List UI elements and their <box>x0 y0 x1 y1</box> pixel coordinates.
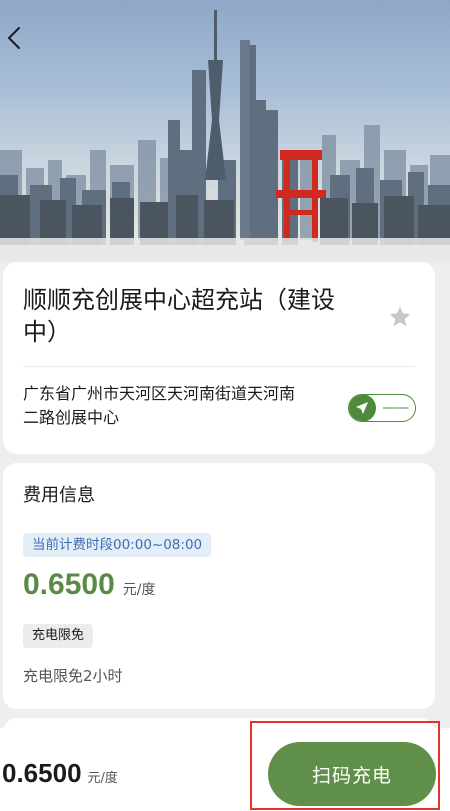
bottom-price-unit: 元/度 <box>87 771 118 786</box>
back-button[interactable] <box>0 22 28 54</box>
bottom-price: 0.6500 元/度 <box>2 758 118 789</box>
free-charge-tag: 充电限免 <box>23 624 94 648</box>
station-address: 广东省广州市天河区天河南街道天河南二路创展中心 <box>23 384 296 427</box>
divider <box>23 366 415 367</box>
navigation-button[interactable]: —— <box>348 394 416 422</box>
station-info-card: 顺顺充创展中心超充站（建设中） 广东省广州市天河区天河南街道天河南二路创展中心 … <box>3 262 435 454</box>
fee-info-card: 费用信息 当前计费时段00:00~08:00 0.6500 元/度 充电限免 充… <box>3 463 435 709</box>
price-row: 0.6500 元/度 <box>23 565 155 605</box>
billing-period-tag: 当前计费时段00:00~08:00 <box>23 533 212 557</box>
star-icon <box>389 306 411 327</box>
price-value: 0.6500 <box>23 568 115 601</box>
chevron-left-icon <box>8 27 20 49</box>
station-cover-image <box>0 0 450 262</box>
fee-section-title: 费用信息 <box>23 485 95 506</box>
station-title: 顺顺充创展中心超充站（建设中） <box>23 286 335 346</box>
scan-to-charge-button[interactable]: 扫码充电 <box>268 742 436 806</box>
favorite-button[interactable] <box>385 302 415 332</box>
bottom-price-value: 0.6500 <box>2 758 82 788</box>
distance-value: —— <box>382 400 409 416</box>
price-unit: 元/度 <box>122 582 156 598</box>
free-charge-description: 充电限免2小时 <box>23 667 123 685</box>
navigation-arrow-icon <box>349 395 376 421</box>
